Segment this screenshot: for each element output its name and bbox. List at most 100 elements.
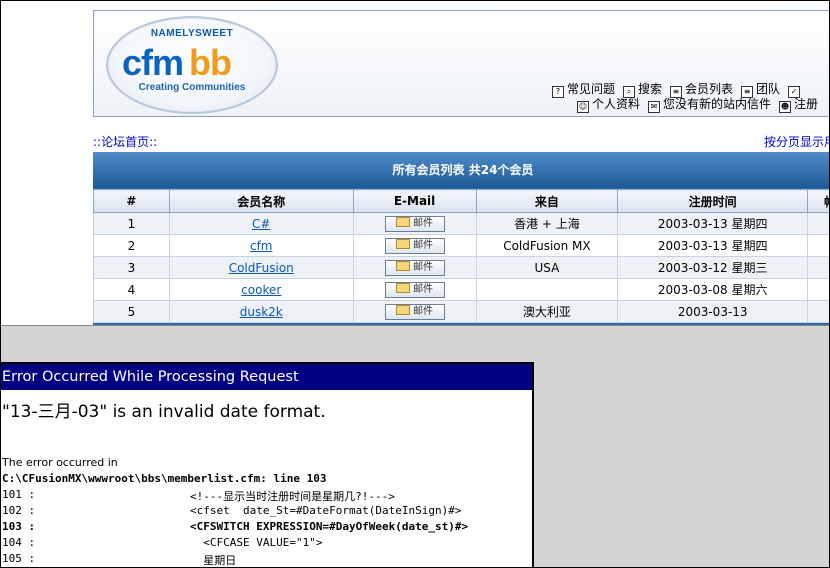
email-button[interactable]: 邮件 bbox=[384, 215, 445, 232]
member-name-link[interactable]: cfm bbox=[250, 239, 273, 253]
code-line: 101 : <!---显示当时注册时间是星期几?!---> bbox=[2, 488, 395, 503]
nav-register[interactable]: ☻ 注册 bbox=[779, 95, 818, 113]
row-from bbox=[475, 278, 619, 301]
error-title: Error Occurred While Processing Request bbox=[1, 364, 532, 390]
row-date: 2003-03-08 星期六 bbox=[617, 278, 809, 301]
code-line-number: 101 : bbox=[2, 488, 36, 501]
envelope-icon bbox=[396, 304, 411, 315]
code-line: 104 : <CFCASE VALUE="1"> bbox=[2, 536, 322, 549]
paged-display-link[interactable]: 按分页显示用户 bbox=[764, 133, 829, 150]
row-from: 香港 + 上海 bbox=[475, 212, 619, 235]
row-name-cell: dusk2k bbox=[168, 300, 354, 323]
member-list-title: 所有会员列表 共24个会员 bbox=[93, 152, 829, 188]
code-line-text: <cfset date_St=#DateFormat(DateInSign)#> bbox=[190, 504, 462, 517]
error-message: "13-三月-03" is an invalid date format. bbox=[2, 402, 326, 422]
row-date: 2003-03-13 bbox=[617, 300, 809, 323]
register-icon: ☻ bbox=[779, 101, 792, 113]
code-line-number: 105 : bbox=[2, 552, 36, 565]
nav-register-label: 注册 bbox=[794, 97, 819, 111]
code-line: 102 : <cfset date_St=#DateFormat(DateInSi… bbox=[2, 504, 462, 517]
row-email-cell: 邮件 bbox=[352, 300, 477, 323]
row-posts bbox=[807, 234, 829, 257]
email-button-label: 邮件 bbox=[413, 283, 434, 295]
email-button-label: 邮件 bbox=[413, 239, 434, 251]
email-button[interactable]: 邮件 bbox=[384, 303, 445, 320]
member-name-link[interactable]: C# bbox=[252, 217, 270, 231]
error-file-path: C:\CFusionMX\wwwroot\bbs\memberlist.cfm:… bbox=[2, 472, 327, 485]
member-table-header: # 会员名称 E-Mail 来自 注册时间 帖 bbox=[93, 189, 829, 213]
envelope-icon bbox=[396, 282, 411, 293]
table-row: 5 dusk2k 邮件 澳大利亚 2003-03-13 bbox=[93, 300, 829, 323]
row-from: 澳大利亚 bbox=[475, 300, 619, 323]
error-panel: Error Occurred While Processing Request … bbox=[1, 362, 534, 567]
row-number: 2 bbox=[93, 234, 170, 257]
browser-frame: NAMELYSWEET cfm bb Creating Communities ?… bbox=[0, 0, 830, 568]
email-button-label: 邮件 bbox=[413, 217, 434, 229]
row-from: USA bbox=[475, 256, 619, 279]
table-row: 1 C# 邮件 香港 + 上海 2003-03-13 星期四 bbox=[93, 212, 829, 235]
member-name-link[interactable]: ColdFusion bbox=[229, 261, 294, 275]
row-name-cell: C# bbox=[168, 212, 354, 235]
code-line-text: <CFCASE VALUE="1"> bbox=[190, 536, 323, 549]
nav-messages[interactable]: ✉ 您没有新的站内信件 bbox=[648, 95, 771, 113]
col-from: 来自 bbox=[475, 189, 619, 213]
nav-profile[interactable]: ☺ 个人资料 bbox=[577, 95, 640, 113]
nav-messages-label: 您没有新的站内信件 bbox=[663, 97, 772, 111]
envelope-icon bbox=[396, 260, 411, 271]
breadcrumb-forum-home[interactable]: ::论坛首页:: bbox=[93, 133, 157, 150]
row-date: 2003-03-13 星期四 bbox=[617, 234, 809, 257]
row-from: ColdFusion MX bbox=[475, 234, 619, 257]
row-name-cell: cfm bbox=[168, 234, 354, 257]
table-row: 3 ColdFusion 邮件 USA 2003-03-12 星期三 bbox=[93, 256, 829, 279]
code-line-text: <!---显示当时注册时间是星期几?!---> bbox=[190, 490, 395, 503]
table-row: 2 cfm 邮件 ColdFusion MX 2003-03-13 星期四 bbox=[93, 234, 829, 257]
logo-main-text: cfm bb bbox=[122, 42, 232, 84]
row-email-cell: 邮件 bbox=[352, 234, 477, 257]
code-line-number: 103 : bbox=[2, 520, 36, 533]
code-line: 105 : 星期日 bbox=[2, 552, 236, 567]
member-list-panel: 所有会员列表 共24个会员 # 会员名称 E-Mail 来自 注册时间 帖 1 … bbox=[93, 152, 829, 326]
row-number: 3 bbox=[93, 256, 170, 279]
table-row: 4 cooker 邮件 2003-03-08 星期六 bbox=[93, 278, 829, 301]
row-name-cell: cooker bbox=[168, 278, 354, 301]
row-email-cell: 邮件 bbox=[352, 256, 477, 279]
profile-icon: ☺ bbox=[577, 101, 589, 113]
col-register-date: 注册时间 bbox=[617, 189, 809, 213]
logo-bb: bb bbox=[189, 42, 232, 83]
member-name-link[interactable]: cooker bbox=[241, 283, 281, 297]
row-date: 2003-03-12 星期三 bbox=[617, 256, 809, 279]
help-icon: ? bbox=[552, 86, 564, 98]
code-line-text: 星期日 bbox=[190, 554, 237, 567]
nav-faq-label: 常见问题 bbox=[567, 82, 616, 96]
cfmbb-logo[interactable]: NAMELYSWEET cfm bb Creating Communities bbox=[106, 16, 278, 114]
email-button[interactable]: 邮件 bbox=[384, 281, 445, 298]
nav-team-label: 团队 bbox=[756, 82, 781, 96]
email-button-label: 邮件 bbox=[413, 261, 434, 273]
member-table: # 会员名称 E-Mail 来自 注册时间 帖 1 C# 邮件 香港 + 上海 … bbox=[93, 189, 829, 323]
code-line-text: <CFSWITCH EXPRESSION=#DayOfWeek(date_st)… bbox=[190, 520, 469, 533]
email-button[interactable]: 邮件 bbox=[384, 237, 445, 254]
code-line-number: 102 : bbox=[2, 504, 36, 517]
email-button[interactable]: 邮件 bbox=[384, 259, 445, 276]
row-posts bbox=[807, 300, 829, 323]
logo-tagline: Creating Communities bbox=[138, 82, 246, 93]
logo-top-text: NAMELYSWEET bbox=[150, 28, 234, 39]
code-line-number: 104 : bbox=[2, 536, 36, 549]
row-email-cell: 邮件 bbox=[352, 212, 477, 235]
member-name-link[interactable]: dusk2k bbox=[240, 305, 283, 319]
nav-memberlist-label: 会员列表 bbox=[685, 82, 734, 96]
col-email: E-Mail bbox=[352, 189, 477, 213]
col-member-name: 会员名称 bbox=[168, 189, 354, 213]
message-icon: ✉ bbox=[648, 101, 661, 113]
code-line-highlighted: 103 : <CFSWITCH EXPRESSION=#DayOfWeek(dat… bbox=[2, 520, 468, 533]
nav-row-2: ☺ 个人资料 ✉ 您没有新的站内信件 ☻ 注册 bbox=[577, 95, 826, 113]
row-posts bbox=[807, 256, 829, 279]
error-occurred-label: The error occurred in bbox=[2, 456, 118, 469]
logo-cfm: cfm bbox=[122, 42, 184, 83]
row-posts bbox=[807, 212, 829, 235]
col-number: # bbox=[93, 189, 170, 213]
envelope-icon bbox=[396, 216, 411, 227]
row-name-cell: ColdFusion bbox=[168, 256, 354, 279]
row-date: 2003-03-13 星期四 bbox=[617, 212, 809, 235]
row-number: 4 bbox=[93, 278, 170, 301]
